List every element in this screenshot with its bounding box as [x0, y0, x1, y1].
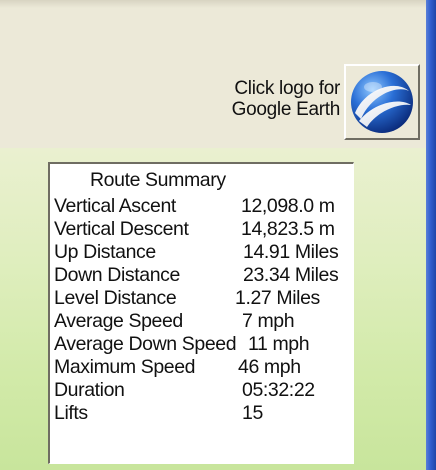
summary-value: 14.91 Miles — [243, 241, 339, 263]
summary-label: Vertical Ascent — [54, 195, 176, 217]
summary-label: Lifts — [54, 402, 88, 424]
google-earth-globe-icon — [351, 71, 413, 133]
logo-caption-line1: Click logo for — [234, 78, 340, 99]
summary-label: Maximum Speed — [54, 356, 196, 378]
summary-label: Average Speed — [54, 310, 183, 332]
logo-caption-line2: Google Earth — [231, 99, 341, 120]
summary-label: Average Down Speed — [54, 333, 237, 355]
route-summary-box: Route Summary Vertical Ascent 12,098.0 m… — [48, 162, 354, 464]
summary-value: 46 mph — [238, 356, 301, 378]
summary-label: Down Distance — [54, 264, 180, 286]
right-accent-bar — [426, 0, 436, 470]
google-earth-logo-button[interactable] — [344, 64, 420, 140]
summary-value: 23.34 Miles — [243, 264, 339, 286]
summary-value: 11 mph — [248, 333, 310, 355]
summary-value: 14,823.5 m — [241, 218, 335, 240]
summary-value: 12,098.0 m — [241, 195, 335, 217]
top-divider — [0, 0, 426, 8]
summary-value: 05:32:22 — [242, 379, 315, 401]
summary-label: Vertical Descent — [54, 218, 189, 240]
summary-value: 15 — [242, 402, 263, 424]
summary-value: 1.27 Miles — [235, 287, 320, 309]
summary-label: Level Distance — [54, 287, 177, 309]
route-summary-title: Route Summary — [90, 169, 226, 191]
summary-value: 7 mph — [242, 310, 295, 332]
summary-label: Duration — [54, 379, 125, 401]
logo-caption: Click logo for Google Earth — [150, 78, 341, 120]
summary-label: Up Distance — [54, 241, 156, 263]
route-panel: Click logo for Google Earth Route Summar… — [0, 0, 436, 470]
